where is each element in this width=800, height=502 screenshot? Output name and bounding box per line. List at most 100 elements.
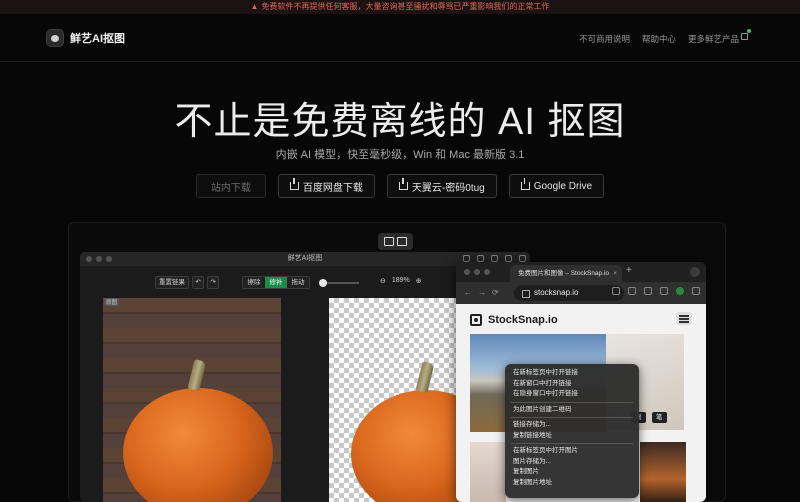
menu-open-link-new-window[interactable]: 在新窗口中打开链接 [505,379,639,390]
reset-result-button[interactable]: 重置链果 [155,276,189,289]
tianyi-download-label: 天翼云-密码0tug [411,182,485,194]
play-view-icon[interactable] [397,237,407,246]
download-icon [398,178,408,190]
download-icon [289,178,299,190]
baidu-download-label: 百度网盘下载 [302,182,363,194]
undo-icon[interactable]: ↶ [192,276,204,289]
window-controls [86,256,112,262]
photo-tile-sunset[interactable] [640,442,686,502]
mode-restore[interactable]: 修补 [265,277,287,288]
pumpkin-cutout-image [351,390,469,502]
onsite-download-label: 站内下载 [210,182,251,194]
browser-tabbar: 免费图片和图像 – StockSnap.io × + [456,262,706,282]
stocksnap-header[interactable]: StockSnap.io [470,314,558,326]
brush-size-slider[interactable] [319,279,359,287]
hero-title: 不止是免费离线的 AI 抠图 [174,101,626,143]
window-controls [464,269,490,275]
tab-title: 免费图片和图像 – StockSnap.io [518,270,610,277]
warning-icon: ▲ [250,2,259,11]
onsite-download-button[interactable]: 站内下载 [195,174,266,198]
close-dot-icon[interactable] [464,269,470,275]
bookmark-star-icon[interactable] [628,287,636,295]
menu-open-image-new-tab[interactable]: 在新标签页中打开图片 [505,446,639,457]
menu-open-link-incognito[interactable]: 在隐身窗口中打开链接 [505,389,639,400]
tab-menu-icon[interactable] [690,267,700,277]
compare-view-icon[interactable] [384,237,394,246]
sidebar-icon[interactable] [660,287,668,295]
camera-logo-icon [470,314,482,326]
nav-link-more-products[interactable]: 更多鲜艺产品 [687,29,751,45]
minimize-dot-icon[interactable] [474,269,480,275]
stocksnap-name: StockSnap.io [488,314,558,326]
tianyi-download-button[interactable]: 天翼云-密码0tug [386,174,497,198]
zoom-out-icon[interactable]: ⊖ [380,277,386,285]
tool-icon[interactable] [491,255,498,262]
result-image-pane[interactable] [329,298,469,502]
extensions-icon[interactable] [644,287,652,295]
photo-tile-portrait[interactable] [470,442,506,502]
external-link-icon [741,33,748,40]
menu-divider [511,417,633,418]
tool-icon[interactable] [477,255,484,262]
notice-banner: ▲ 免费软件不再提供任何客服，大量咨询甚至骚扰和辱骂已严重影响我们的正常工作 [0,0,800,14]
baidu-download-button[interactable]: 百度网盘下载 [277,174,375,198]
original-tag: 原图 [104,298,120,306]
menu-copy-image[interactable]: 复制图片 [505,467,639,478]
mode-erase[interactable]: 擦除 [243,277,265,288]
hamburger-menu-icon[interactable] [676,312,692,325]
context-menu: 在新标签页中打开链接 在新窗口中打开链接 在隐身窗口中打开链接 为此图片创建二维… [505,364,639,498]
address-bar-row: ←→⟳ stocksnap.io [456,282,706,304]
zoom-level: 189% [391,277,410,284]
zoom-control: ⊖ 189% ⊕ [380,277,422,285]
mode-drag[interactable]: 拖动 [287,277,309,288]
hero-subtitle: 内嵌 AI 模型，快至毫秒级，Win 和 Mac 最新版 3.1 [275,149,525,161]
original-image-pane[interactable] [103,298,281,502]
menu-open-link-new-tab[interactable]: 在新标签页中打开链接 [505,368,639,379]
maximize-dot-icon[interactable] [484,269,490,275]
menu-divider [511,401,633,403]
pumpkin-stem [415,360,435,394]
new-dot-badge [747,29,751,33]
notice-text: 免费软件不再提供任何客服，大量咨询甚至骚扰和辱骂已严重影响我们的正常工作 [261,2,550,11]
browser-toolbar-icons [612,287,700,295]
download-icon [520,178,530,190]
menu-create-qr[interactable]: 为此图片创建二维码 [505,405,639,416]
menu-copy-link-address[interactable]: 复制链接地址 [505,431,639,442]
brand-name: 鲜艺AI抠图 [70,33,125,45]
nav-arrows[interactable]: ←→⟳ [464,288,505,297]
profile-avatar-icon[interactable] [676,287,684,295]
nav-link-help-center[interactable]: 帮助中心 [642,33,676,45]
redo-icon[interactable]: ↷ [207,276,219,289]
new-tab-icon[interactable]: + [626,265,632,276]
menu-save-link-as[interactable]: 链接存储为... [505,420,639,431]
tool-icon[interactable] [519,255,526,262]
close-tab-icon[interactable]: × [613,265,617,282]
download-buttons: 站内下载 百度网盘下载 天翼云-密码0tug Google Drive [0,174,800,198]
badge-button[interactable]: 笔 [652,412,667,423]
gdrive-download-label: Google Drive [533,180,593,192]
top-nav: 鲜艺AI抠图 不可商用说明 帮助中心 更多鲜艺产品 [0,14,800,62]
nav-link-commercial-notice[interactable]: 不可商用说明 [579,33,630,45]
mode-switch: 擦除 修补 拖动 [242,276,310,289]
slider-handle[interactable] [319,279,327,287]
translate-icon[interactable] [612,287,620,295]
more-menu-icon[interactable] [692,287,700,295]
tool-icon[interactable] [505,255,512,262]
more-products-label: 更多鲜艺产品 [687,34,739,44]
view-toggle[interactable] [378,233,413,250]
gdrive-download-button[interactable]: Google Drive [508,174,605,198]
zoom-in-icon[interactable]: ⊕ [416,277,422,285]
menu-divider [511,443,633,444]
menu-copy-image-address[interactable]: 复制图片地址 [505,478,639,489]
close-dot-icon[interactable] [86,256,92,262]
brand-logo[interactable]: 鲜艺AI抠图 [46,29,125,47]
nav-links: 不可商用说明 帮助中心 更多鲜艺产品 [579,29,751,45]
logo-icon [46,29,64,47]
browser-tab[interactable]: 免费图片和图像 – StockSnap.io × [510,265,622,282]
minimize-dot-icon[interactable] [96,256,102,262]
titlebar-tools [463,255,526,262]
address-bar[interactable]: stocksnap.io [514,285,624,301]
menu-save-image-as[interactable]: 图片存储为... [505,457,639,468]
maximize-dot-icon[interactable] [106,256,112,262]
tool-icon[interactable] [463,255,470,262]
